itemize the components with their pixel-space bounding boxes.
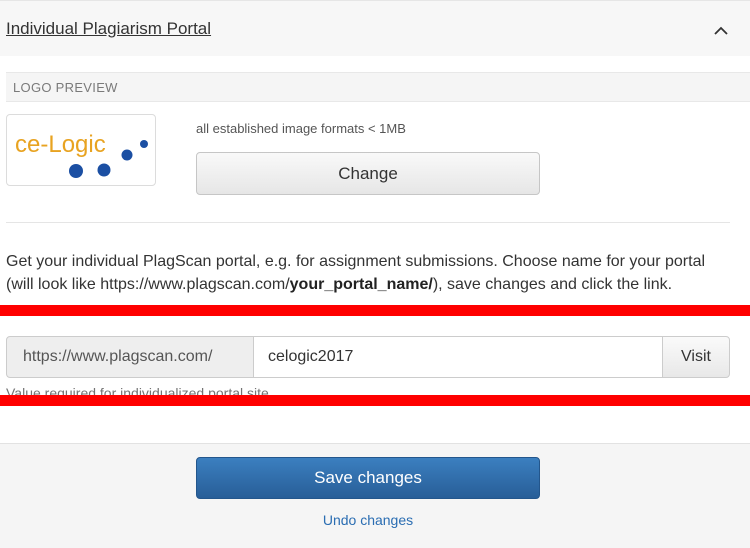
- logo-preview: ce-Logic: [6, 114, 156, 186]
- url-prefix: https://www.plagscan.com/: [6, 336, 254, 378]
- undo-changes-link[interactable]: Undo changes: [196, 512, 540, 528]
- logo-preview-label: LOGO PREVIEW: [13, 80, 118, 95]
- redaction-bar-top: [0, 305, 750, 316]
- panel-header: Individual Plagiarism Portal: [0, 0, 750, 56]
- panel-title[interactable]: Individual Plagiarism Portal: [6, 19, 211, 39]
- portal-description: Get your individual PlagScan portal, e.g…: [6, 250, 730, 302]
- ce-logic-logo: ce-Logic: [15, 131, 148, 178]
- redaction-bar-bottom: [0, 395, 750, 406]
- portal-name-input[interactable]: [253, 336, 663, 378]
- visit-button[interactable]: Visit: [662, 336, 730, 378]
- change-logo-button[interactable]: Change: [196, 152, 540, 195]
- image-formats-note: all established image formats < 1MB: [196, 121, 406, 136]
- divider: [6, 222, 730, 223]
- save-changes-button[interactable]: Save changes: [196, 457, 540, 499]
- logo-preview-header: LOGO PREVIEW: [6, 72, 750, 102]
- logo-text: ce-Logic: [15, 131, 106, 158]
- portal-name-placeholder: your_portal_name/: [289, 276, 433, 293]
- description-text-end: ), save changes and click the link.: [432, 276, 673, 293]
- chevron-up-icon[interactable]: [709, 21, 733, 41]
